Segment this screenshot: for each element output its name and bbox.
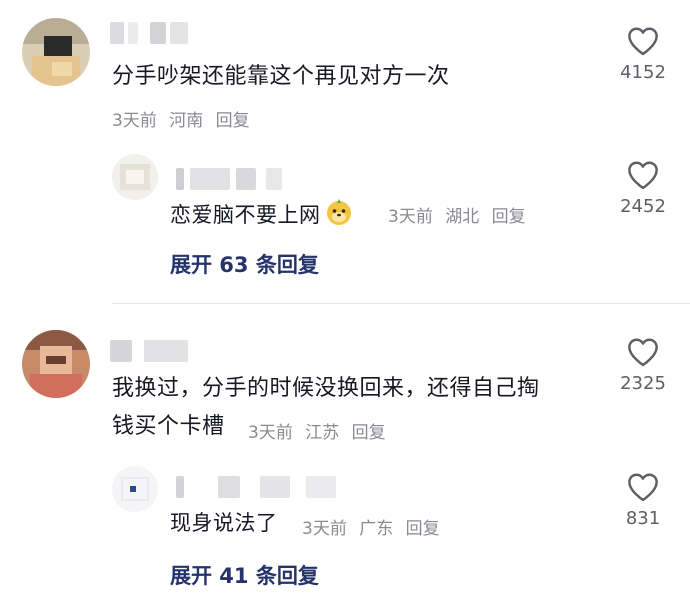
reply-avatar[interactable] — [112, 466, 158, 512]
reply-text-content: 恋爱脑不要上网 — [170, 203, 321, 227]
reply-button[interactable]: 回复 — [492, 207, 526, 227]
comment-text: 分手吵架还能靠这个再见对方一次 — [112, 64, 450, 89]
comment-meta: 3天前 河南 回复 — [112, 106, 257, 131]
reply-meta: 3天前 广东 回复 — [302, 514, 447, 539]
reply-time: 3天前 — [302, 519, 347, 539]
reply-avatar[interactable] — [112, 154, 158, 200]
heart-icon — [628, 338, 658, 367]
expand-replies-button[interactable]: 展开 63 条回复 — [170, 249, 319, 279]
heart-icon — [628, 473, 658, 502]
reply-username[interactable] — [176, 168, 286, 190]
reply-meta: 3天前 湖北 回复 — [388, 202, 533, 227]
username[interactable] — [110, 22, 190, 44]
like-count: 2452 — [620, 196, 666, 217]
avatar[interactable] — [22, 330, 90, 398]
reply-button[interactable]: 回复 — [216, 111, 250, 131]
comment-text-line: 我换过，分手的时候没换回来，还得自己掏 — [112, 376, 540, 401]
reply-location: 湖北 — [445, 207, 480, 227]
divider — [112, 303, 690, 304]
avatar[interactable] — [22, 18, 90, 86]
like-button[interactable]: 4152 — [608, 26, 678, 83]
like-count: 831 — [625, 508, 661, 529]
reply-text: 恋爱脑不要上网 — [170, 198, 353, 234]
heart-icon — [628, 27, 658, 56]
comment-time: 3天前 — [248, 423, 293, 443]
reply-text: 现身说法了 — [170, 511, 278, 535]
expand-replies-button[interactable]: 展开 41 条回复 — [170, 560, 319, 590]
comment-meta: 3天前 江苏 回复 — [248, 418, 393, 443]
like-button[interactable]: 2452 — [608, 160, 678, 217]
username[interactable] — [110, 340, 190, 362]
comment-location: 江苏 — [305, 423, 340, 443]
reply-username[interactable] — [176, 476, 346, 498]
heart-icon — [628, 161, 658, 190]
like-button[interactable]: 831 — [608, 472, 678, 529]
like-count: 2325 — [620, 373, 666, 394]
reply-location: 广东 — [359, 519, 394, 539]
reply-button[interactable]: 回复 — [352, 423, 386, 443]
like-button[interactable]: 2325 — [608, 337, 678, 394]
doge-face-emoji — [325, 198, 353, 234]
like-count: 4152 — [620, 62, 666, 83]
comment-time: 3天前 — [112, 111, 157, 131]
comment-location: 河南 — [169, 111, 204, 131]
reply-button[interactable]: 回复 — [406, 519, 440, 539]
reply-time: 3天前 — [388, 207, 433, 227]
